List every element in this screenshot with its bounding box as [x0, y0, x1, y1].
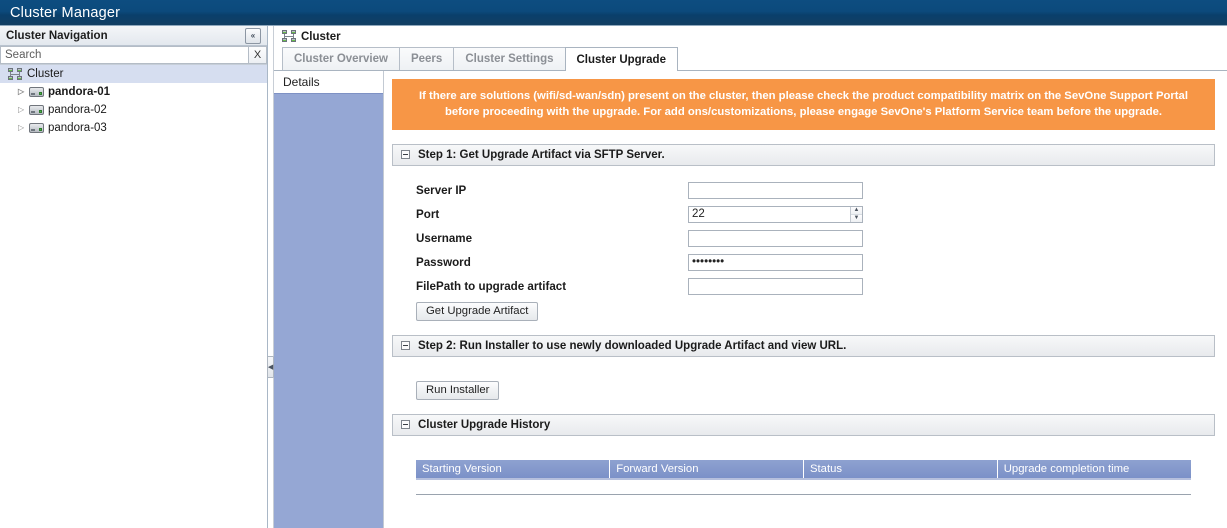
page-title: Cluster — [301, 30, 341, 43]
column-forward-version[interactable]: Forward Version — [609, 459, 804, 480]
password-input[interactable] — [688, 253, 863, 271]
cluster-navigation-header: Cluster Navigation « — [0, 26, 267, 46]
details-pane: Details — [274, 71, 384, 528]
spinner-up-icon[interactable]: ▲ — [851, 206, 862, 215]
main-shell: Cluster Navigation « X Cluster ▷ pandora… — [0, 26, 1227, 528]
step2-actions: Run Installer — [416, 380, 1215, 400]
tree-item-pandora-03[interactable]: ▷ pandora-03 — [0, 119, 267, 137]
tab-cluster-overview[interactable]: Cluster Overview — [282, 47, 399, 70]
search-clear-button[interactable]: X — [248, 46, 267, 64]
tree-item-pandora-01[interactable]: ▷ pandora-01 — [0, 83, 267, 101]
collapse-left-icon[interactable]: « — [245, 27, 261, 44]
cluster-icon — [8, 67, 23, 81]
details-pane-body — [274, 93, 383, 528]
username-input[interactable] — [688, 229, 863, 247]
sftp-form: Server IP Port ▲ ▼ — [392, 166, 1215, 295]
tab-details[interactable]: Details — [274, 71, 383, 93]
server-icon — [29, 87, 44, 97]
filepath-label: FilePath to upgrade artifact — [416, 279, 567, 293]
port-label: Port — [416, 207, 440, 221]
search-input[interactable] — [0, 46, 248, 64]
upgrade-history-table: Starting Version Forward Version Status … — [416, 459, 1191, 480]
upgrade-main-pane: If there are solutions (wifi/sd-wan/sdn)… — [384, 71, 1227, 528]
upgrade-history-table-wrap: Starting Version Forward Version Status … — [416, 459, 1191, 496]
tab-content-area: Details If there are solutions (wifi/sd-… — [274, 71, 1227, 528]
column-upgrade-completion-time[interactable]: Upgrade completion time — [997, 459, 1191, 480]
app-header: Cluster Manager — [0, 0, 1227, 26]
password-label: Password — [416, 255, 471, 269]
tree-item-pandora-02[interactable]: ▷ pandora-02 — [0, 101, 267, 119]
port-stepper: ▲ ▼ — [688, 205, 863, 223]
server-ip-input[interactable] — [688, 181, 863, 199]
expand-arrow-icon[interactable]: ▷ — [18, 106, 29, 114]
step2-title: Step 2: Run Installer to use newly downl… — [418, 339, 847, 352]
server-icon — [29, 105, 44, 115]
collapse-pane-handle-icon[interactable]: ◀ — [267, 356, 274, 378]
tree-item-label: pandora-01 — [48, 86, 110, 98]
form-row-username: Username — [416, 229, 1215, 247]
run-installer-button[interactable]: Run Installer — [416, 380, 500, 400]
collapse-minus-icon[interactable] — [401, 420, 410, 430]
collapse-minus-icon[interactable] — [401, 341, 410, 351]
column-starting-version[interactable]: Starting Version — [416, 459, 611, 480]
form-row-port: Port ▲ ▼ — [416, 205, 1215, 223]
column-status[interactable]: Status — [803, 459, 998, 480]
search-bar: X — [0, 46, 267, 65]
expand-arrow-icon[interactable]: ▷ — [18, 88, 29, 96]
tab-cluster-settings[interactable]: Cluster Settings — [453, 47, 565, 70]
cluster-icon — [282, 30, 297, 43]
expand-arrow-icon[interactable]: ▷ — [18, 124, 29, 132]
get-upgrade-artifact-button[interactable]: Get Upgrade Artifact — [416, 301, 539, 321]
cluster-navigation-title: Cluster Navigation — [6, 29, 108, 42]
tab-bar: Cluster Overview Peers Cluster Settings … — [274, 47, 1227, 71]
server-icon — [29, 123, 44, 133]
port-spinner-buttons: ▲ ▼ — [850, 206, 862, 222]
upgrade-history-title: Cluster Upgrade History — [418, 418, 551, 431]
server-ip-label: Server IP — [416, 183, 467, 197]
tab-cluster-upgrade[interactable]: Cluster Upgrade — [564, 47, 678, 71]
tree-item-cluster[interactable]: Cluster — [0, 65, 267, 83]
step1-header[interactable]: Step 1: Get Upgrade Artifact via SFTP Se… — [392, 143, 1215, 166]
compatibility-warning-banner: If there are solutions (wifi/sd-wan/sdn)… — [392, 79, 1215, 130]
content-area: Cluster Cluster Overview Peers Cluster S… — [274, 26, 1227, 528]
step1-title: Step 1: Get Upgrade Artifact via SFTP Se… — [418, 148, 665, 161]
tab-peers[interactable]: Peers — [398, 47, 454, 70]
tree-item-label: pandora-03 — [48, 122, 107, 134]
spinner-down-icon[interactable]: ▼ — [851, 214, 862, 222]
cluster-navigation-panel: Cluster Navigation « X Cluster ▷ pandora… — [0, 26, 268, 528]
content-header: Cluster — [274, 26, 1227, 47]
step1-actions: Get Upgrade Artifact — [416, 301, 1215, 321]
app-title: Cluster Manager — [10, 4, 121, 21]
pane-splitter[interactable]: ◀ — [267, 26, 274, 528]
table-header-row: Starting Version Forward Version Status … — [416, 459, 1191, 480]
filepath-input[interactable] — [688, 277, 863, 295]
form-row-server-ip: Server IP — [416, 181, 1215, 199]
port-input[interactable] — [688, 205, 863, 223]
table-footer-divider — [416, 493, 1191, 496]
upgrade-history-header[interactable]: Cluster Upgrade History — [392, 413, 1215, 436]
tree-item-label: Cluster — [27, 68, 64, 80]
cluster-tree: Cluster ▷ pandora-01 ▷ pandora-02 ▷ pand… — [0, 65, 267, 528]
step2-header[interactable]: Step 2: Run Installer to use newly downl… — [392, 334, 1215, 357]
form-row-password: Password — [416, 253, 1215, 271]
username-label: Username — [416, 231, 473, 245]
collapse-minus-icon[interactable] — [401, 150, 410, 160]
form-row-filepath: FilePath to upgrade artifact — [416, 277, 1215, 295]
tree-item-label: pandora-02 — [48, 104, 107, 116]
